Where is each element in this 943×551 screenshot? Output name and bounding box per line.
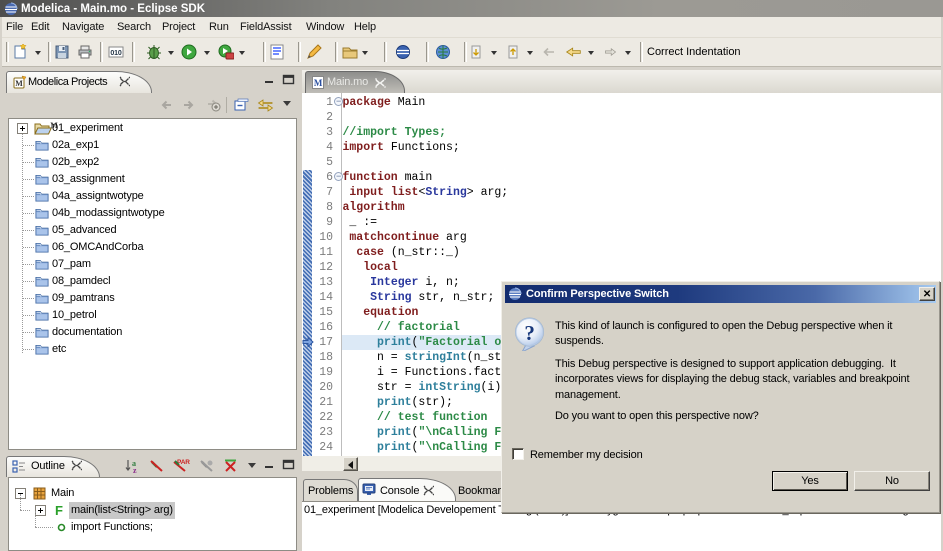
svg-text:z: z [133,466,137,474]
svg-text:M: M [15,79,23,88]
svg-text:M: M [314,78,323,88]
svg-text:?: ? [524,321,534,345]
svg-text:010: 010 [110,50,121,57]
